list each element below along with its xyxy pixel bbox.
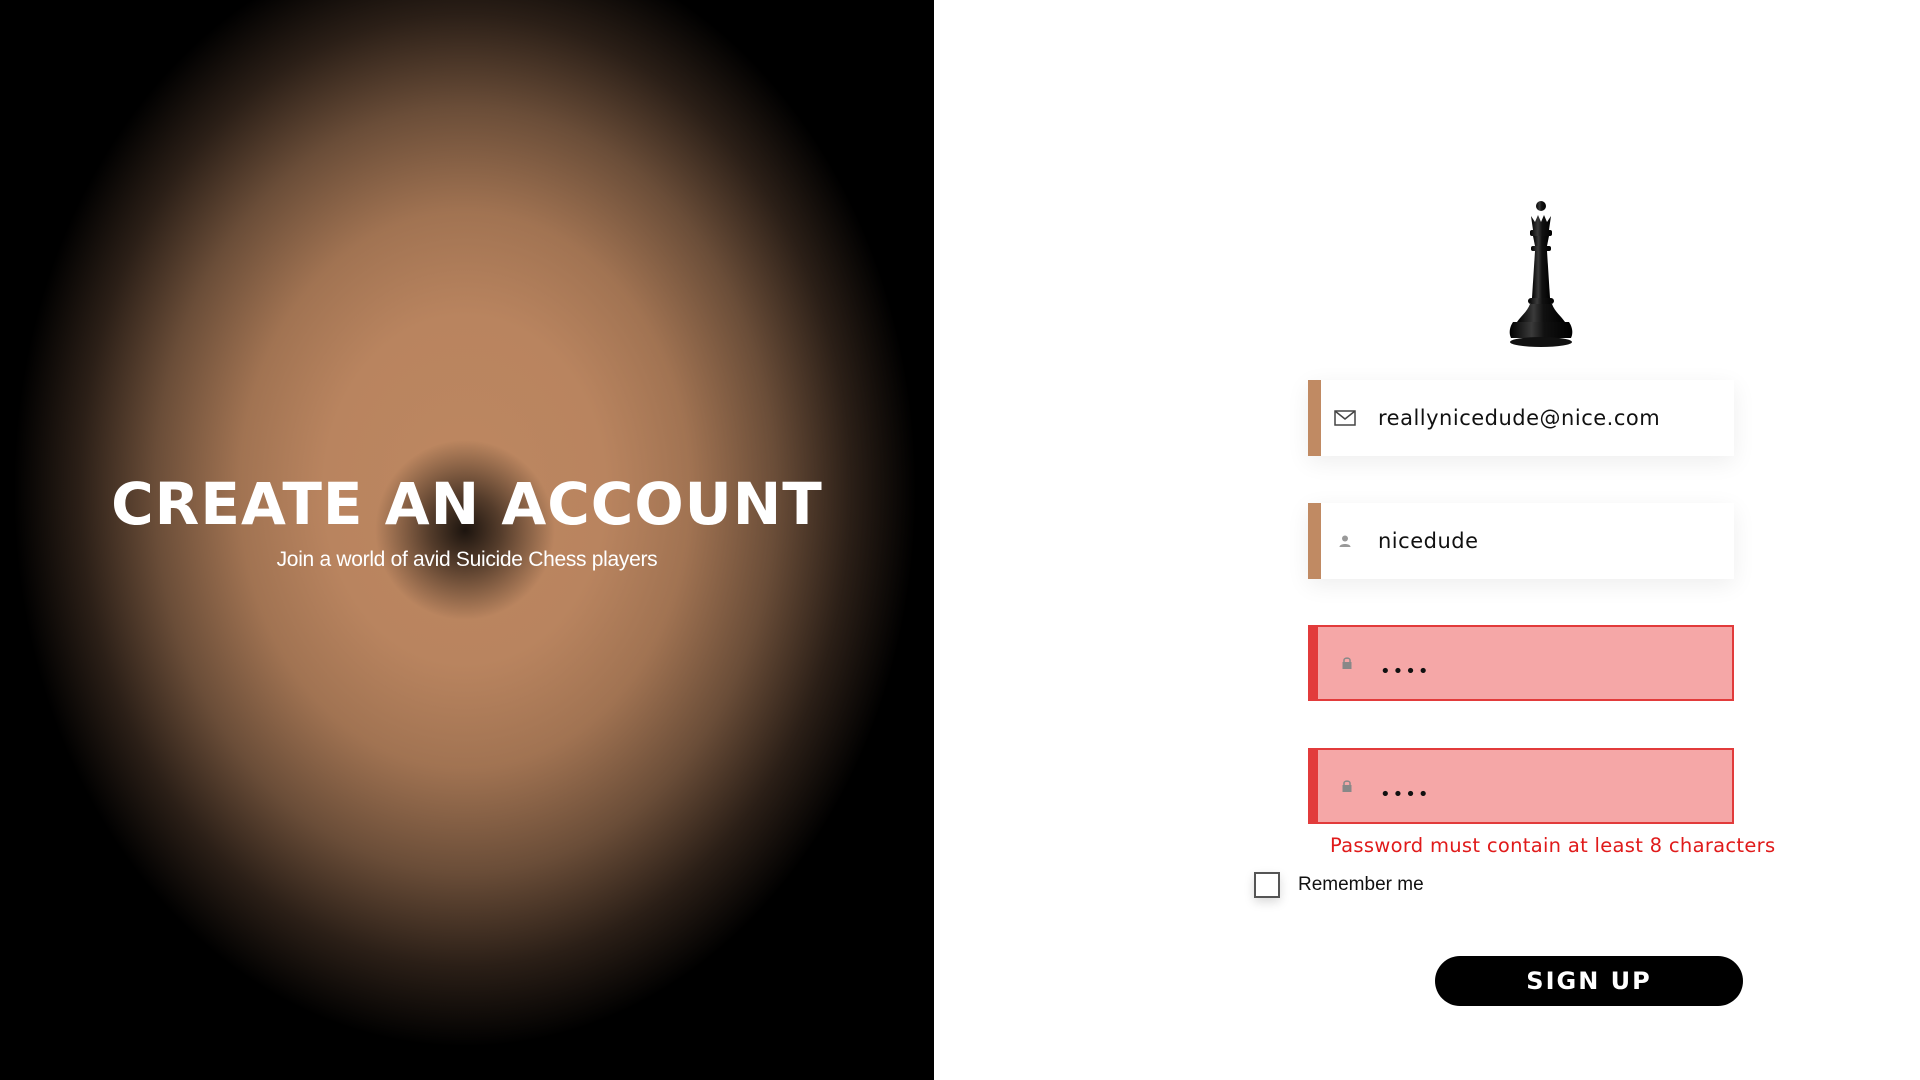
hero-panel: CREATE AN ACCOUNT Join a world of avid S… bbox=[0, 0, 934, 1080]
field-accent-bar bbox=[1308, 503, 1321, 579]
field-error-bar bbox=[1308, 748, 1318, 824]
field-error-bar bbox=[1308, 625, 1318, 701]
username-field bbox=[1308, 503, 1734, 579]
chess-queen-icon bbox=[1509, 201, 1573, 347]
username-input[interactable] bbox=[1378, 503, 1718, 579]
password-field bbox=[1308, 625, 1734, 707]
remember-me: Remember me bbox=[1254, 872, 1424, 898]
envelope-icon bbox=[1332, 380, 1358, 456]
password-input[interactable] bbox=[1380, 627, 1720, 707]
lock-icon bbox=[1334, 750, 1360, 822]
email-input[interactable] bbox=[1378, 380, 1718, 456]
signup-page: CREATE AN ACCOUNT Join a world of avid S… bbox=[0, 0, 1920, 1080]
confirm-password-field bbox=[1308, 748, 1734, 830]
lock-icon bbox=[1334, 627, 1360, 699]
password-error-message: Password must contain at least 8 charact… bbox=[1330, 834, 1776, 857]
sign-up-button[interactable]: SIGN UP bbox=[1435, 956, 1743, 1006]
user-icon bbox=[1332, 503, 1358, 579]
email-field bbox=[1308, 380, 1734, 456]
confirm-password-input[interactable] bbox=[1380, 750, 1720, 830]
remember-me-checkbox[interactable] bbox=[1254, 872, 1280, 898]
remember-me-label[interactable]: Remember me bbox=[1298, 874, 1424, 896]
hero-title: CREATE AN ACCOUNT bbox=[111, 470, 823, 538]
field-accent-bar bbox=[1308, 380, 1321, 456]
hero-subtitle: Join a world of avid Suicide Chess playe… bbox=[276, 548, 658, 571]
